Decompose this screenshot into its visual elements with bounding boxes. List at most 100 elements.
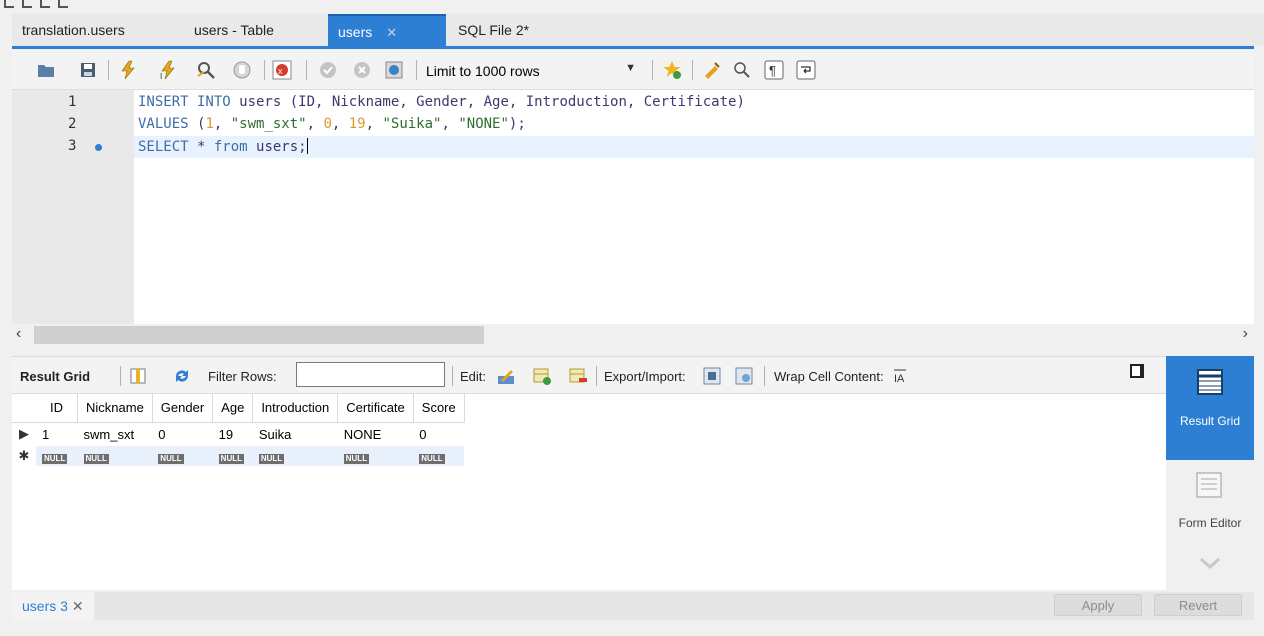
statement-marker-icon[interactable] (95, 144, 102, 151)
form-editor-panel-label: Form Editor (1178, 516, 1242, 530)
column-header[interactable]: Certificate (337, 394, 414, 423)
result-grid[interactable]: ID Nickname Gender Age Introduction Cert… (12, 394, 1166, 590)
table-row[interactable]: ▶ 1 swm_sxt 0 19 Suika NONE 0 (12, 422, 464, 446)
columns-icon[interactable] (128, 366, 148, 386)
edit-row-icon[interactable] (496, 366, 516, 386)
chevron-right-icon[interactable]: › (1243, 325, 1248, 343)
grid-cell[interactable]: swm_sxt (78, 422, 153, 446)
result-grid-panel-label: Result Grid (1179, 414, 1241, 428)
column-header[interactable]: Age (212, 394, 254, 423)
explain-icon[interactable] (196, 60, 216, 80)
toolbar-separator (306, 60, 307, 80)
revert-button[interactable]: Revert (1154, 594, 1242, 616)
svg-text:I: I (160, 72, 162, 80)
error-toggle-icon[interactable]: x (272, 60, 292, 80)
toolbar-separator (416, 60, 417, 80)
grid-cell[interactable]: NULL (212, 446, 253, 466)
grid-cell[interactable]: NULL (413, 446, 465, 466)
grid-header-row: ID Nickname Gender Age Introduction Cert… (12, 394, 465, 423)
toolbar-separator (652, 60, 653, 80)
grid-cell[interactable]: NULL (337, 446, 414, 466)
column-header[interactable]: Introduction (252, 394, 339, 423)
null-badge: NULL (158, 453, 184, 464)
execute-icon[interactable] (118, 60, 138, 80)
toolbar-separator (108, 60, 109, 80)
form-editor-panel-button[interactable]: Form Editor (1166, 464, 1254, 574)
grid-cell[interactable]: Suika (253, 422, 338, 446)
scrollbar-thumb[interactable] (34, 326, 484, 344)
close-icon[interactable]: ✕ (386, 25, 397, 41)
line-number: 2 (68, 116, 77, 132)
new-row[interactable]: ✱ NULL NULL NULL NULL NULL NULL NULL (12, 446, 465, 466)
open-file-icon[interactable] (36, 60, 56, 80)
top-mini-toolbar (0, 0, 1264, 12)
toolbar-separator (452, 366, 453, 386)
grid-cell[interactable]: NULL (77, 446, 153, 466)
tab-translation-users[interactable]: translation.users (12, 14, 135, 46)
commit-icon[interactable] (318, 60, 338, 80)
grid-cell[interactable]: 1 (36, 422, 78, 446)
apply-button[interactable]: Apply (1054, 594, 1142, 616)
code-line-2[interactable]: VALUES (1, "swm_sxt", 0, 19, "Suika", "N… (138, 116, 526, 132)
refresh-icon[interactable] (172, 366, 192, 386)
chevron-down-icon[interactable] (1198, 556, 1222, 570)
code-line-1[interactable]: INSERT INTO users (ID, Nickname, Gender,… (138, 94, 745, 110)
close-icon[interactable]: ✕ (72, 598, 84, 614)
null-badge: NULL (83, 453, 109, 464)
line-number: 3 (68, 138, 77, 154)
grid-cell[interactable]: NULL (36, 446, 78, 466)
svg-text:IA: IA (894, 373, 905, 385)
result-grid-panel-button[interactable]: Result Grid (1166, 356, 1254, 460)
save-icon[interactable] (78, 60, 98, 80)
stop-icon[interactable] (232, 60, 252, 80)
sql-editor[interactable]: 1 2 3 INSERT INTO users (ID, Nickname, G… (12, 90, 1254, 324)
grid-cell[interactable]: NONE (338, 422, 414, 446)
grid-cell[interactable]: 0 (152, 422, 212, 446)
toggle-side-panel-icon[interactable] (1130, 364, 1144, 378)
chevron-left-icon[interactable]: ‹ (16, 325, 21, 343)
invisible-chars-icon[interactable]: ¶ (764, 60, 784, 80)
active-tab-indicator (12, 46, 1254, 49)
find-icon[interactable] (732, 60, 752, 80)
delete-row-icon[interactable] (568, 366, 588, 386)
toolbar-icon[interactable] (40, 0, 50, 8)
import-icon[interactable] (734, 366, 754, 386)
column-header[interactable]: Gender (152, 394, 214, 423)
filter-rows-input[interactable] (296, 362, 445, 387)
row-limit-select[interactable]: Limit to 1000 rows ▼ (426, 60, 636, 82)
add-row-icon[interactable] (532, 366, 552, 386)
word-wrap-icon[interactable] (796, 60, 816, 80)
editor-horizontal-scrollbar[interactable]: ‹ › (12, 324, 1254, 346)
code-line-3[interactable]: SELECT * from users; (138, 138, 308, 155)
result-bottom-bar: users 3 ✕ Apply Revert (12, 592, 1254, 620)
line-number: 1 (68, 94, 77, 110)
beautify-icon[interactable] (702, 60, 722, 80)
toolbar-icon[interactable] (4, 0, 14, 8)
bookmark-icon[interactable] (662, 60, 682, 80)
column-header[interactable]: Score (413, 394, 465, 423)
toolbar-icon[interactable] (22, 0, 32, 8)
column-header[interactable]: Nickname (77, 394, 153, 423)
column-header[interactable]: ID (36, 394, 78, 423)
export-import-label: Export/Import: (604, 369, 686, 384)
toolbar-icon[interactable] (58, 0, 68, 8)
tab-label: users (338, 24, 373, 40)
result-side-panel: Result Grid Form Editor (1166, 356, 1254, 592)
execute-current-icon[interactable]: I (158, 60, 178, 80)
tab-label: SQL File 2* (458, 22, 530, 38)
row-marker-header (12, 394, 36, 423)
export-icon[interactable] (702, 366, 722, 386)
tab-users[interactable]: users ✕ (328, 14, 446, 46)
result-tab-users-3[interactable]: users 3 ✕ (12, 592, 94, 620)
grid-cell[interactable]: NULL (252, 446, 338, 466)
rollback-icon[interactable] (352, 60, 372, 80)
tab-sql-file-2[interactable]: SQL File 2* (448, 14, 539, 46)
result-grid-label[interactable]: Result Grid (20, 369, 90, 384)
autocommit-icon[interactable] (384, 60, 404, 80)
svg-text:¶: ¶ (769, 63, 776, 78)
grid-cell[interactable]: 0 (413, 422, 464, 446)
tab-users-table[interactable]: users - Table (184, 14, 284, 46)
wrap-toggle-icon[interactable]: IA (892, 366, 908, 386)
grid-cell[interactable]: NULL (152, 446, 213, 466)
grid-cell[interactable]: 19 (213, 422, 253, 446)
